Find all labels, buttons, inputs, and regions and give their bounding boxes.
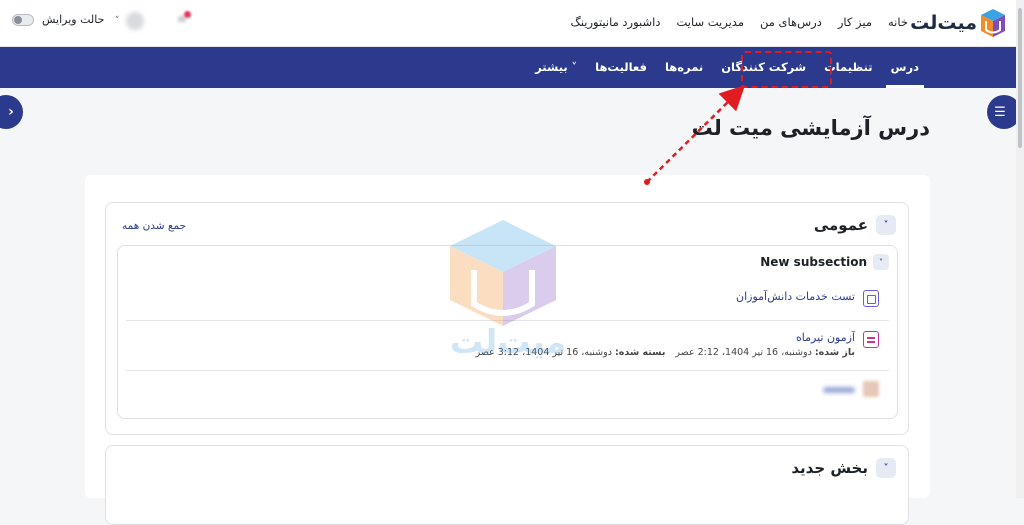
edit-mode-label: حالت ویرایش [42, 13, 105, 26]
quiz-icon [863, 331, 879, 348]
closes-date: بسته شده: دوشنبه، 16 تیر 1404، 3:12 عصر [475, 347, 666, 358]
section-collapse-button[interactable]: ˅ [876, 215, 896, 235]
site-logo-text: میت‌لت [910, 12, 977, 34]
chevron-down-icon: ˅ [879, 257, 883, 267]
chevron-down-icon: ˅ [883, 462, 889, 474]
site-logo[interactable]: میت‌لت [910, 7, 1006, 39]
notification-badge [184, 11, 191, 18]
nav-home[interactable]: خانه [888, 15, 908, 29]
logo-cube-icon [981, 9, 1005, 37]
chevron-down-icon: ˅ [883, 219, 889, 231]
page-icon [863, 290, 879, 307]
scrollbar-thumb[interactable] [1018, 8, 1022, 148]
list-icon: ☰ [994, 104, 1006, 120]
redacted-activity-name[interactable] [823, 387, 855, 393]
subsection: ˅ New subsection تست خدمات دانش‌آموزان آ… [117, 245, 898, 419]
section-collapse-button[interactable]: ˅ [876, 458, 896, 478]
avatar [125, 12, 144, 30]
edit-mode-control: حالت ویرایش [12, 13, 104, 26]
divider [126, 320, 889, 321]
tab-grades[interactable]: نمره‌ها [656, 47, 712, 88]
tab-settings[interactable]: تنظیمات [815, 47, 882, 88]
top-navbar: میت‌لت خانه میز کار درس‌های من مدیریت سا… [0, 0, 1024, 47]
subsection-collapse-button[interactable]: ˅ [873, 254, 889, 270]
divider [126, 370, 889, 371]
course-secondary-navigation: درس تنظیمات شرکت کنندگان نمره‌ها فعالیت‌… [0, 47, 1016, 88]
page-title: درس آزمایشی میت لت [691, 116, 930, 140]
section-general: ˅ عمومی جمع شدن همه ˅ New subsection تست… [105, 202, 909, 435]
user-menu[interactable]: ˅ [115, 12, 144, 30]
nav-dashboard[interactable]: میز کار [838, 15, 872, 29]
nav-my-courses[interactable]: درس‌های من [760, 15, 822, 29]
primary-navigation: خانه میز کار درس‌های من مدیریت سایت داشب… [570, 15, 908, 29]
nav-site-admin[interactable]: مدیریت سایت [676, 15, 744, 29]
edit-mode-toggle[interactable] [12, 13, 34, 26]
activity-page: تست خدمات دانش‌آموزان [736, 290, 879, 307]
opened-date: باز شده: دوشنبه، 16 تیر 1404، 2:12 عصر [675, 347, 855, 358]
activity-redacted [823, 381, 879, 397]
nav-monitoring-dashboard[interactable]: داشبورد مانیتورینگ [570, 15, 660, 29]
course-content: ˅ عمومی جمع شدن همه ˅ New subsection تست… [85, 175, 930, 525]
activity-link[interactable]: تست خدمات دانش‌آموزان [736, 290, 855, 303]
tab-participants[interactable]: شرکت کنندگان [712, 47, 815, 88]
collapse-all-link[interactable]: جمع شدن همه [122, 220, 186, 232]
tab-activities[interactable]: فعالیت‌ها [586, 47, 656, 88]
section-title: عمومی [813, 216, 868, 234]
bell-icon[interactable] [175, 11, 191, 27]
tab-course[interactable]: درس [882, 47, 928, 88]
tab-more[interactable]: بیشتر [526, 47, 586, 88]
subsection-title: New subsection [760, 255, 867, 269]
section-title: بخش جدید [791, 459, 868, 477]
page-scrollbar[interactable] [1016, 0, 1024, 498]
chevron-right-icon: › [8, 104, 14, 120]
course-index-drawer-button[interactable]: › [0, 95, 23, 129]
activity-quiz: آزمون تیرماه باز شده: دوشنبه، 16 تیر 140… [476, 331, 879, 358]
chevron-down-icon: ˅ [115, 16, 120, 26]
section-new: ˅ بخش جدید [105, 445, 909, 525]
activity-dates: باز شده: دوشنبه، 16 تیر 1404، 2:12 عصر ب… [476, 347, 855, 358]
activity-link[interactable]: آزمون تیرماه [796, 331, 855, 344]
activity-icon [863, 381, 879, 397]
